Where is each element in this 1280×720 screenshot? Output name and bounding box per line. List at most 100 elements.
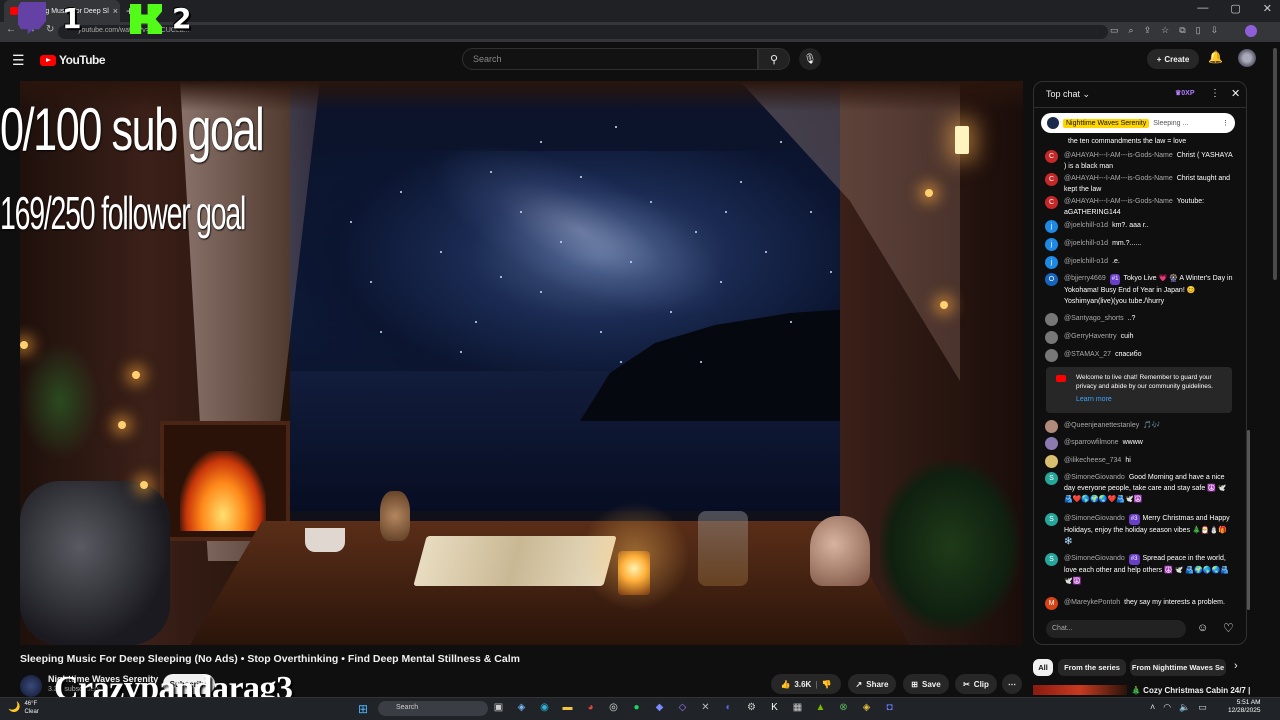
chat-author[interactable]: @joelchill-o1d (1064, 258, 1108, 265)
chat-author-avatar[interactable]: S (1045, 553, 1058, 566)
chat-message[interactable]: @Queenjeanettestanley 🎵🎶 (1045, 420, 1235, 433)
zoom-icon[interactable]: ⌕ (1129, 25, 1134, 36)
nvidia-icon[interactable]: ▲ (814, 702, 827, 713)
chat-message[interactable]: j @joelchill-o1d km?. aaa r.. (1045, 220, 1235, 233)
clip-button[interactable]: ✂ Clip (955, 674, 997, 694)
chat-message[interactable]: @sparrowfilmone wwww (1045, 437, 1235, 450)
chat-author[interactable]: @bjjerry4669 (1064, 275, 1106, 282)
chevron-right-icon[interactable]: › (1234, 660, 1238, 672)
chat-author-avatar[interactable]: C (1045, 196, 1058, 209)
chat-author[interactable]: @Santyago_shorts (1064, 315, 1124, 322)
chat-author-avatar[interactable] (1045, 420, 1058, 433)
chat-author[interactable]: @sparrowfilmone (1064, 439, 1119, 446)
chat-message[interactable]: @STAMAX_27 спасибо (1045, 349, 1235, 362)
page-scrollbar[interactable] (1273, 48, 1277, 280)
obs-icon[interactable]: ◎ (607, 702, 620, 713)
chat-author[interactable]: @joelchill-o1d (1064, 240, 1108, 247)
edge-icon[interactable]: ◉ (538, 702, 551, 713)
discord-icon[interactable]: ◐ (722, 702, 735, 713)
steam-icon[interactable]: ⚙ (745, 702, 758, 713)
user-avatar[interactable] (1238, 49, 1256, 67)
minimize-icon[interactable]: — (1197, 2, 1208, 15)
chat-mode-dropdown[interactable]: Top chat ⌄ (1046, 89, 1090, 100)
chat-message[interactable]: j @joelchill-o1d mm.?...... (1045, 238, 1235, 251)
share-page-icon[interactable]: ⇪ (1144, 25, 1152, 36)
chat-author[interactable]: @MareykePontoh (1064, 599, 1120, 606)
chip-from-series[interactable]: From the series (1058, 659, 1126, 676)
voice-search-button[interactable]: 🎙 (799, 48, 821, 70)
task-view-icon[interactable]: ▣ (492, 702, 505, 713)
battery-icon[interactable]: ▭ (1198, 702, 1207, 713)
weather-widget[interactable]: 🌙 46°F Clear (8, 700, 39, 716)
copilot-icon[interactable]: ◈ (515, 702, 528, 713)
app-icon[interactable]: ◈ (860, 702, 873, 713)
chat-author-avatar[interactable] (1045, 455, 1058, 468)
chat-message[interactable]: @GerryHaventry cuih (1045, 331, 1235, 344)
browser-profile-avatar[interactable] (1245, 25, 1257, 37)
chat-author-avatar[interactable] (1045, 136, 1058, 149)
chat-author-avatar[interactable]: O (1045, 273, 1058, 286)
like-icon[interactable]: 👍 (780, 680, 790, 689)
taskbar-search[interactable]: Search (378, 701, 488, 716)
menu-icon[interactable]: ☰ (12, 52, 25, 69)
chat-message[interactable]: C @AHAYAH---I-AM---is-Gods-Name Youtube: a… (1045, 196, 1235, 218)
create-button[interactable]: + Create (1147, 49, 1199, 69)
address-bar[interactable]: youtube.com/watch?v=...UCUCLa... (58, 25, 1108, 39)
cast-icon[interactable]: ▭ (1110, 25, 1119, 36)
app-icon[interactable]: ◇ (676, 702, 689, 713)
chip-all[interactable]: All (1033, 659, 1053, 676)
more-actions-button[interactable]: ⋯ (1002, 674, 1022, 694)
xbox-icon[interactable]: ⊗ (837, 702, 850, 713)
chat-message[interactable]: C @AHAYAH---I-AM---is-Gods-Name Christ tau… (1045, 173, 1235, 195)
chip-from-channel[interactable]: From Nighttime Waves Se (1130, 659, 1226, 676)
chat-author[interactable]: @STAMAX_27 (1064, 351, 1111, 358)
wifi-icon[interactable]: ◠ (1163, 702, 1171, 713)
chat-author-avatar[interactable]: S (1045, 513, 1058, 526)
chat-more-icon[interactable]: ⋮ (1210, 88, 1220, 99)
chat-author[interactable]: @GerryHaventry (1064, 333, 1117, 340)
chrome-icon[interactable]: ◕ (584, 702, 597, 713)
chat-scrollbar[interactable] (1247, 430, 1250, 610)
chat-author[interactable]: @SimoneGiovando (1064, 555, 1125, 562)
app-icon[interactable]: ✕ (699, 702, 712, 713)
recommendation-title[interactable]: 🎄 Cozy Christmas Cabin 24/7 | (1131, 686, 1250, 695)
chat-author[interactable]: @AHAYAH---I-AM---is-Gods-Name (1064, 152, 1173, 159)
chat-message[interactable]: @Santyago_shorts..? (1045, 313, 1235, 326)
chat-author[interactable]: @Queenjeanettestanley (1064, 422, 1139, 429)
volume-icon[interactable]: 🔈 (1179, 702, 1190, 713)
chat-message[interactable]: j @joelchill-o1d .e. (1045, 256, 1235, 269)
video-player[interactable] (20, 81, 1023, 645)
chat-message[interactable]: S @SimoneGiovando #3 Spread peace in the wo… (1045, 553, 1235, 587)
search-input[interactable]: Search (462, 48, 758, 70)
emoji-icon[interactable]: ☺ (1197, 622, 1208, 634)
chat-author[interactable]: @SimoneGiovando (1064, 474, 1125, 481)
app-icon[interactable]: ◆ (653, 702, 666, 713)
chevron-up-icon[interactable]: ˄ (1150, 702, 1155, 713)
search-button[interactable]: ⚲ (758, 48, 790, 70)
reload-icon[interactable]: ↻ (46, 24, 54, 35)
youtube-logo[interactable]: YouTube (40, 53, 106, 67)
chat-author[interactable]: @joelchill-o1d (1064, 222, 1108, 229)
pinned-message[interactable]: Nighttime Waves Serenity Sleeping ... ⋮ (1041, 113, 1235, 133)
chat-message[interactable]: C @AHAYAH---I-AM---is-Gods-Name Christ ( Y… (1045, 150, 1235, 172)
extensions-icon[interactable]: ⧉ (1179, 25, 1185, 36)
chat-author-avatar[interactable]: j (1045, 220, 1058, 233)
learn-more-link[interactable]: Learn more (1076, 396, 1112, 403)
recommendation-thumbnail[interactable] (1033, 685, 1127, 695)
kick-icon[interactable]: K (768, 702, 781, 713)
chat-author-avatar[interactable]: C (1045, 150, 1058, 163)
chat-author-avatar[interactable]: j (1045, 238, 1058, 251)
share-button[interactable]: ↗ Share (848, 674, 896, 694)
save-button[interactable]: ⊞ Save (903, 674, 949, 694)
bookmark-star-icon[interactable]: ☆ (1161, 25, 1169, 36)
channel-avatar[interactable] (20, 675, 42, 697)
chat-message[interactable]: O @bjjerry4669 #1 Tokyo Live 💗 🎡 A Winter's… (1045, 273, 1235, 307)
chat-author-avatar[interactable] (1045, 331, 1058, 344)
chat-message[interactable]: M @MareykePontoh they say my interests a p… (1045, 597, 1235, 610)
close-window-icon[interactable]: ✕ (1263, 2, 1272, 15)
chat-input[interactable]: Chat... (1046, 620, 1186, 638)
chat-author-avatar[interactable]: S (1045, 472, 1058, 485)
chat-author[interactable]: @AHAYAH---I-AM---is-Gods-Name (1064, 198, 1173, 205)
app-icon[interactable]: ▦ (791, 702, 804, 713)
pinned-more-icon[interactable]: ⋮ (1222, 119, 1229, 127)
